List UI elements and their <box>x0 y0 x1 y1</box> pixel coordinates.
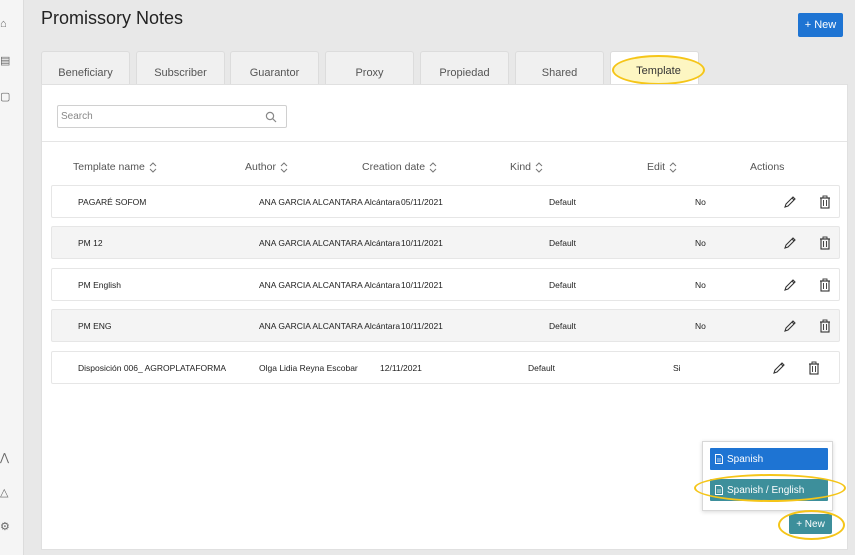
author: ANA GARCIA ALCANTARA Alcántara <box>259 279 401 290</box>
tab-proxy[interactable]: Proxy <box>325 51 414 85</box>
author: ANA GARCIA ALCANTARA Alcántara <box>259 196 401 207</box>
author: ANA GARCIA ALCANTARA Alcántara <box>259 320 401 331</box>
document-icon <box>715 454 723 464</box>
table-row[interactable]: PM ENG ANA GARCIA ALCANTARA Alcántara 10… <box>51 309 840 342</box>
search-input[interactable] <box>58 106 258 127</box>
author: ANA GARCIA ALCANTARA Alcántara <box>259 237 401 248</box>
template-name: PM 12 <box>78 237 103 248</box>
kind: Default <box>549 237 576 248</box>
document-icon <box>715 485 723 495</box>
menu-item-spanish-english[interactable]: Spanish / English <box>710 479 828 501</box>
edit-value: No <box>695 320 706 331</box>
tab-guarantor[interactable]: Guarantor <box>230 51 319 85</box>
column-header-creation-date[interactable]: Creation date <box>362 161 437 173</box>
template-name: PM English <box>78 279 121 290</box>
kind: Default <box>528 362 555 373</box>
menu-item-label: Spanish <box>727 453 764 465</box>
new-template-button[interactable]: + New <box>789 514 832 534</box>
creation-date: 10/11/2021 <box>401 237 443 248</box>
column-header-author[interactable]: Author <box>245 161 288 173</box>
template-name: PAGARÉ SOFOM <box>78 196 147 207</box>
sort-icon[interactable] <box>669 161 677 173</box>
pencil-icon[interactable] <box>783 319 797 333</box>
edit-value: No <box>695 196 706 207</box>
table-row[interactable]: PM 12 ANA GARCIA ALCANTARA Alcántara 10/… <box>51 226 840 259</box>
template-name: PM ENG <box>78 320 112 331</box>
divider <box>42 141 847 142</box>
tab-shared[interactable]: Shared <box>515 51 604 85</box>
trash-icon[interactable] <box>818 195 832 209</box>
chart-icon[interactable]: ⋀ <box>0 452 10 464</box>
new-dropdown-menu: Spanish Spanish / English <box>702 441 833 511</box>
column-header-template-name[interactable]: Template name <box>73 161 157 173</box>
creation-date: 10/11/2021 <box>401 320 443 331</box>
pencil-icon[interactable] <box>772 361 786 375</box>
creation-date: 12/11/2021 <box>380 362 422 373</box>
trash-icon[interactable] <box>818 236 832 250</box>
menu-item-spanish[interactable]: Spanish <box>710 448 828 470</box>
column-header-actions: Actions <box>750 161 785 173</box>
trash-icon[interactable] <box>818 278 832 292</box>
grid-icon[interactable]: ▤ <box>0 55 10 67</box>
gear-icon[interactable]: ⚙ <box>0 521 10 533</box>
sidebar: ⌂ ▤ ▢ ⋀ △ ⚙ <box>0 0 24 555</box>
home-icon[interactable]: ⌂ <box>0 18 10 30</box>
search-icon[interactable] <box>265 111 277 123</box>
table-row[interactable]: PM English ANA GARCIA ALCANTARA Alcántar… <box>51 268 840 301</box>
table-row[interactable]: Disposición 006_ AGROPLATAFORMA Olga Lid… <box>51 351 840 384</box>
kind: Default <box>549 320 576 331</box>
table-row[interactable]: PAGARÉ SOFOM ANA GARCIA ALCANTARA Alcánt… <box>51 185 840 218</box>
edit-value: Si <box>673 362 681 373</box>
pencil-icon[interactable] <box>783 278 797 292</box>
column-header-kind[interactable]: Kind <box>510 161 543 173</box>
sort-icon[interactable] <box>149 161 157 173</box>
pencil-icon[interactable] <box>783 236 797 250</box>
sort-icon[interactable] <box>280 161 288 173</box>
creation-date: 05/11/2021 <box>401 196 443 207</box>
tab-propiedad[interactable]: Propiedad <box>420 51 509 85</box>
search-box <box>57 105 287 128</box>
trash-icon[interactable] <box>807 361 821 375</box>
sort-icon[interactable] <box>535 161 543 173</box>
menu-item-label: Spanish / English <box>727 484 805 496</box>
triangle-icon[interactable]: △ <box>0 487 10 499</box>
new-button[interactable]: + New <box>798 13 843 37</box>
column-header-edit[interactable]: Edit <box>647 161 677 173</box>
pencil-icon[interactable] <box>783 195 797 209</box>
page-title: Promissory Notes <box>41 8 184 28</box>
edit-value: No <box>695 237 706 248</box>
tab-subscriber[interactable]: Subscriber <box>136 51 225 85</box>
sort-icon[interactable] <box>429 161 437 173</box>
tab-beneficiary[interactable]: Beneficiary <box>41 51 130 85</box>
tab-template[interactable]: Template <box>612 55 705 85</box>
square-icon[interactable]: ▢ <box>0 91 10 103</box>
edit-value: No <box>695 279 706 290</box>
creation-date: 10/11/2021 <box>401 279 443 290</box>
template-name: Disposición 006_ AGROPLATAFORMA <box>78 362 227 373</box>
kind: Default <box>549 196 576 207</box>
author: Olga Lidia Reyna Escobar <box>259 362 358 373</box>
trash-icon[interactable] <box>818 319 832 333</box>
kind: Default <box>549 279 576 290</box>
